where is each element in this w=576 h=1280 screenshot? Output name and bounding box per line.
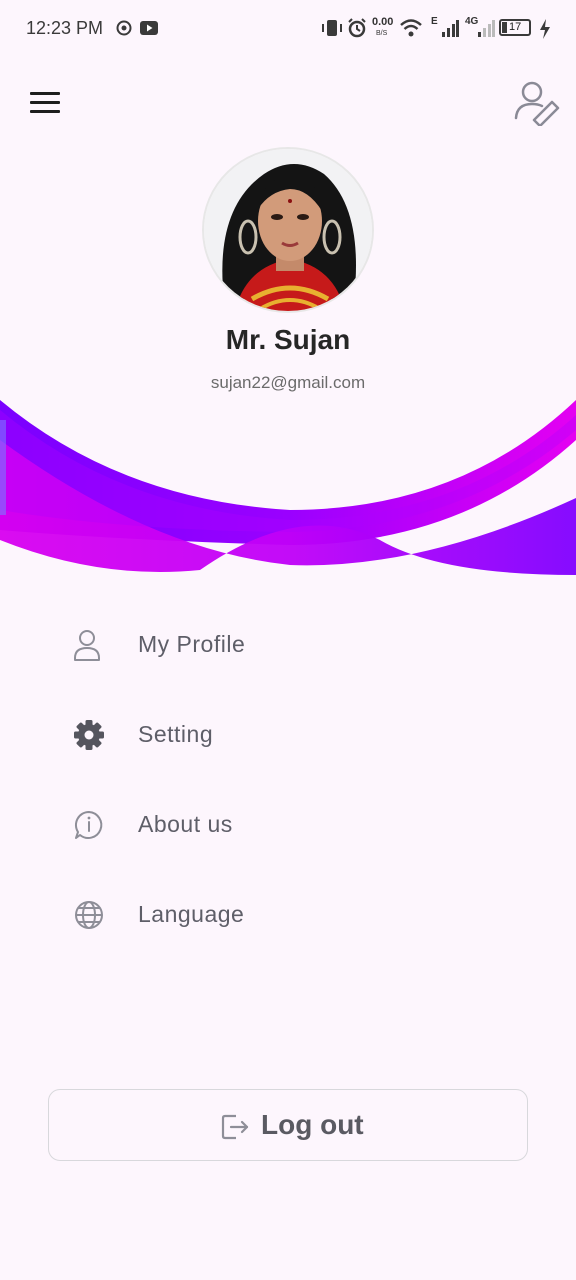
profile-name: Mr. Sujan [225,324,351,355]
network-type-e: E [431,16,438,27]
edit-profile-icon[interactable] [512,80,562,126]
gear-icon [74,720,104,750]
menu-item-language[interactable]: Language [60,885,520,945]
status-bar: 12:23 PM 0.00 B/S E 4G 17 [0,0,576,58]
menu-item-my-profile[interactable]: My Profile [60,615,520,675]
signal-icon [442,20,459,37]
vibrate-icon [322,20,342,36]
battery-level: 17 [509,21,522,33]
profile-avatar[interactable] [202,147,374,313]
menu-item-label: My Profile [138,631,246,657]
signal-2-icon [478,20,495,37]
charging-icon [540,19,550,39]
info-chat-icon [74,810,103,839]
alarm-icon [348,18,366,38]
menu-item-about-us[interactable]: About us [60,795,520,855]
wifi-icon [400,19,422,37]
menu-item-label: Setting [138,721,214,747]
logout-label: Log out [261,1109,364,1140]
decorative-wave [0,400,576,575]
menu-item-setting[interactable]: Setting [60,705,520,765]
status-time: 12:23 PM [26,18,104,38]
battery-icon: 17 [499,19,531,36]
net-speed-unit: B/S [376,30,388,37]
logout-button[interactable]: Log out [48,1089,528,1161]
logout-icon [221,1114,249,1140]
hamburger-menu-icon[interactable] [30,92,60,114]
app-notification-icon [116,20,132,36]
globe-icon [75,901,103,929]
youtube-icon [140,21,158,35]
net-speed-value: 0.00 [372,16,394,28]
user-icon [74,630,100,661]
menu-item-label: Language [138,901,245,927]
menu-item-label: About us [138,811,233,837]
